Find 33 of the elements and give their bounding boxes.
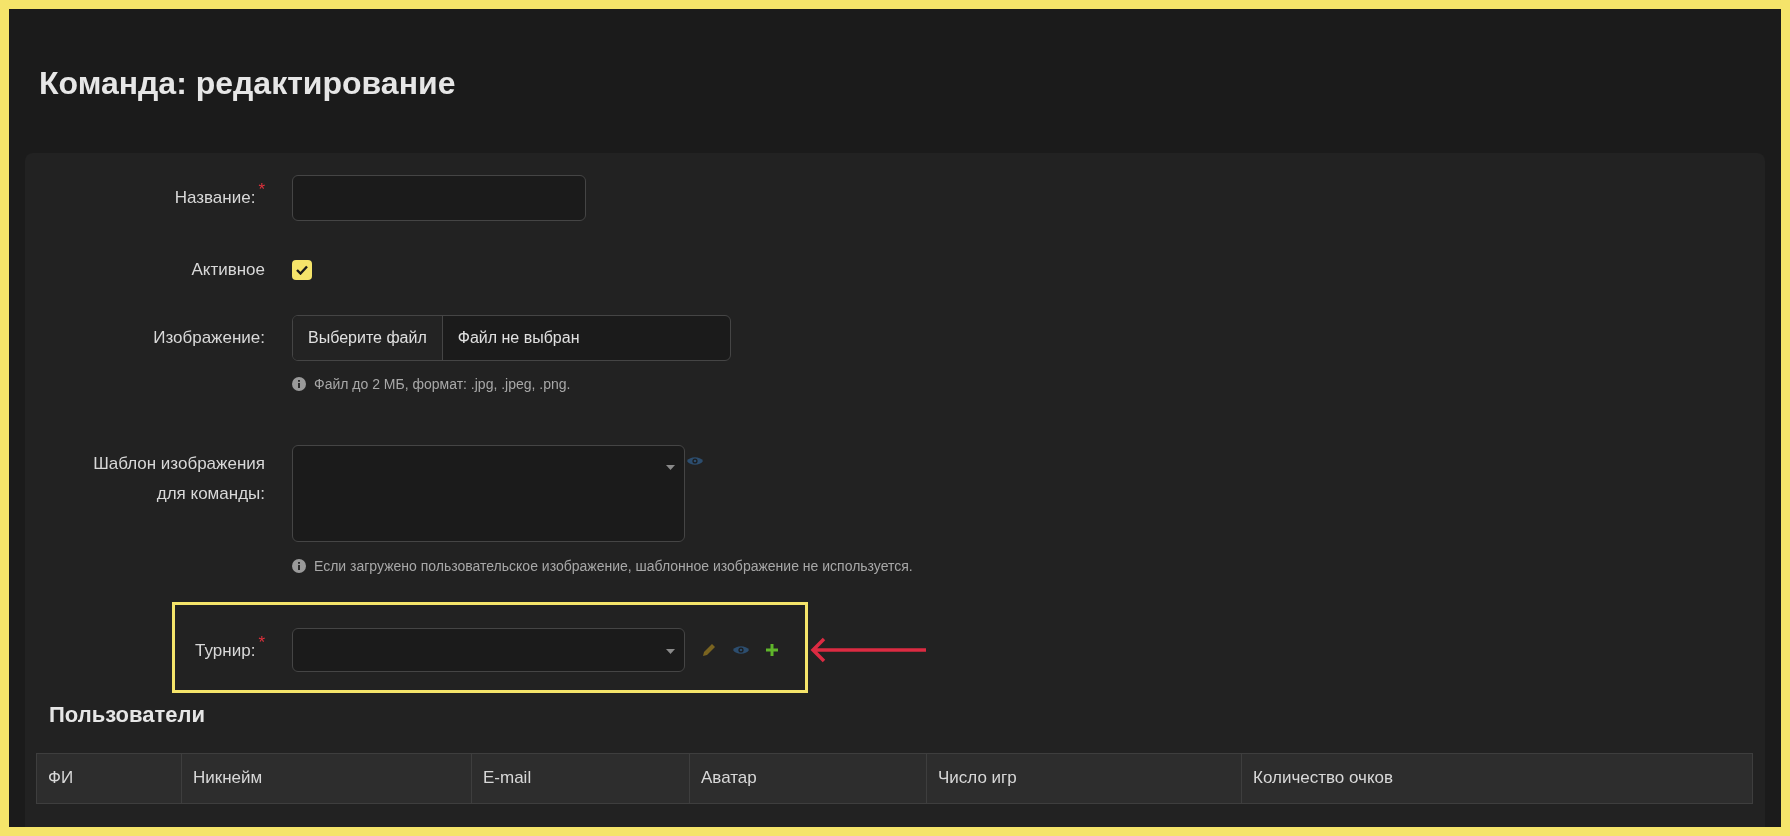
file-input[interactable]: Выберите файл Файл не выбран [292,314,731,361]
column-header: Никнейм [181,753,471,803]
hint-text: Если загружено пользовательское изображение, шаблонное изображение не используется. [314,556,913,576]
active-checkbox[interactable] [292,259,312,280]
name-input[interactable] [292,175,586,221]
hint-text: Файл до 2 МБ, формат: .jpg, .jpeg, .png. [314,374,571,394]
column-header: ФИ [47,767,75,790]
template-select[interactable] [292,444,685,542]
field-label: Название: [174,187,256,209]
file-status: Файл не выбран [456,327,581,348]
tournament-select[interactable] [292,627,685,672]
field-label: Шаблон изображения для команды: [93,452,265,505]
caret-icon [666,649,675,654]
column-header: Аватар [689,753,926,803]
pencil-icon[interactable] [702,642,716,657]
eye-icon[interactable] [733,644,749,655]
column-header: Число игр [926,753,1241,803]
eye-icon[interactable] [687,455,703,466]
caret-icon [666,464,675,470]
checkmark-icon [296,264,308,275]
field-label: Активное [191,259,265,281]
section-title: Пользователи [49,703,206,726]
plus-icon[interactable] [766,643,778,656]
choose-file-button[interactable]: Выберите файл [293,315,443,360]
column-header: Количество очков [1241,753,1752,803]
required-asterisk: * [258,633,265,651]
info-icon [292,559,306,573]
field-label: Турнир: [195,639,256,662]
info-icon [292,377,306,391]
page-title: Команда: редактирование [39,67,457,99]
field-label: Изображение: [153,326,265,349]
column-header: E-mail [471,753,689,803]
required-asterisk: * [258,181,265,198]
